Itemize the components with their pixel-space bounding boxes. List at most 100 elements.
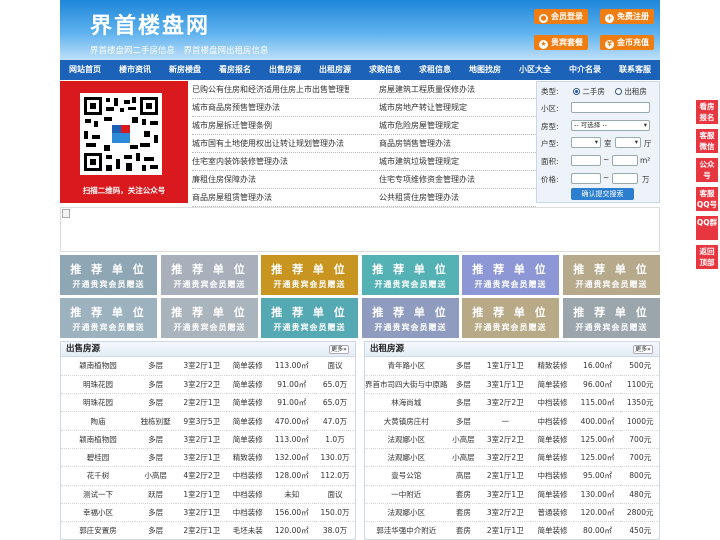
policy-link[interactable]: 城市房地产转让管理规定	[349, 99, 536, 116]
policy-link[interactable]: 商品房屋租赁管理办法	[192, 189, 349, 206]
table-row[interactable]: 法观娜小区 小高层 3室2厅2卫 简单装修 125.00㎡ 700元	[365, 430, 659, 449]
community-input[interactable]	[571, 102, 650, 113]
recommend-tile[interactable]: 推 荐 单 位开通贵宾会员赠送	[362, 255, 459, 295]
recommend-tile[interactable]: 推 荐 单 位开通贵宾会员赠送	[462, 298, 559, 338]
nav-for-rent[interactable]: 出租房源	[310, 60, 360, 80]
table-row[interactable]: 陶庙 独栋别墅 9室3厅5卫 简单装修 470.00㎡ 47.0万	[61, 411, 355, 431]
side-official-account[interactable]: 公众号	[696, 158, 718, 182]
policy-link[interactable]: 廉租住房保障办法	[192, 171, 349, 188]
cell-community[interactable]: 界首市司四大街与中原路	[365, 375, 448, 395]
cell-community[interactable]: 青年路小区	[365, 357, 448, 376]
radio-second-hand[interactable]: 二手房	[573, 86, 605, 97]
recommend-tile[interactable]: 推 荐 单 位开通贵宾会员赠送	[60, 255, 157, 295]
table-row[interactable]: 明珠花园 多层 3室2厅2卫 简单装修 91.00㎡ 65.0万	[61, 375, 355, 395]
table-row[interactable]: 界首市司四大街与中原路 多层 3室1厅1卫 简单装修 96.00㎡ 1100元	[365, 375, 659, 395]
recommend-tile[interactable]: 推 荐 单 位开通贵宾会员赠送	[261, 298, 358, 338]
cell-community[interactable]: 颖南植物园	[61, 357, 135, 376]
side-back-to-top[interactable]: 返回顶部	[696, 245, 718, 269]
policy-link[interactable]: 住宅专项维修资金管理办法	[349, 171, 536, 188]
cell-community[interactable]: 一中附近	[365, 485, 448, 504]
table-row[interactable]: 花千树 小高层 4室2厅2卫 中档装修 128.00㎡ 112.0万	[61, 466, 355, 486]
recommend-tile[interactable]: 推 荐 单 位开通贵宾会员赠送	[462, 255, 559, 295]
cell-community[interactable]: 林海尚城	[365, 393, 448, 413]
policy-link[interactable]: 住宅室内装饰装修管理办法	[192, 153, 349, 170]
cell-community[interactable]: 陶庙	[61, 411, 135, 431]
policy-link[interactable]: 城市国有土地使用权出让转让规划管理办法	[192, 135, 349, 152]
search-submit-button[interactable]: 确认提交搜索	[571, 188, 634, 200]
nav-for-sale[interactable]: 出售房源	[260, 60, 310, 80]
cell-community[interactable]: 幸福小区	[61, 503, 135, 523]
nav-map-search[interactable]: 地图找房	[460, 60, 510, 80]
member-login-button[interactable]: ● 会员登录	[534, 9, 588, 24]
cell-community[interactable]: 明珠花园	[61, 393, 135, 413]
table-row[interactable]: 碧桂园 多层 3室2厅1卫 精致装修 132.00㎡ 130.0万	[61, 448, 355, 468]
recommend-tile[interactable]: 推 荐 单 位开通贵宾会员赠送	[161, 255, 258, 295]
cell-community[interactable]: 大黄镇房庄村	[365, 411, 448, 431]
table-row[interactable]: 明珠花园 多层 2室2厅1卫 简单装修 91.00㎡ 65.0万	[61, 393, 355, 413]
policy-link[interactable]: 城市房屋拆迁管理条例	[192, 117, 349, 134]
side-service-qq[interactable]: 客服QQ号	[696, 187, 718, 211]
table-row[interactable]: 林海尚城 多层 3室2厅2卫 中档装修 115.00㎡ 1350元	[365, 393, 659, 413]
side-viewing-signup[interactable]: 看房报名	[696, 100, 718, 124]
price-min-input[interactable]	[571, 173, 601, 184]
cell-community[interactable]: 碧桂园	[61, 448, 135, 468]
cell-community[interactable]: 颖南植物园	[61, 430, 135, 449]
ad-banner[interactable]	[60, 207, 660, 252]
policy-link[interactable]: 公共租赁住房管理办法	[349, 189, 536, 206]
nav-news[interactable]: 楼市资讯	[110, 60, 160, 80]
policy-link[interactable]: 商品房销售管理办法	[349, 135, 536, 152]
nav-communities[interactable]: 小区大全	[510, 60, 560, 80]
room-select[interactable]: ▾	[571, 137, 601, 148]
policy-link[interactable]: 房屋建筑工程质量保修办法	[349, 81, 536, 98]
table-row[interactable]: 壹号公馆 高层 2室1厅1卫 中档装修 95.00㎡ 800元	[365, 466, 659, 486]
nav-want-rent[interactable]: 求租信息	[410, 60, 460, 80]
recommend-tile[interactable]: 推 荐 单 位开通贵宾会员赠送	[563, 298, 660, 338]
table-row[interactable]: 法观娜小区 套房 3室2厅2卫 普通装修 120.00㎡ 2800元	[365, 503, 659, 523]
cell-community[interactable]: 法观娜小区	[365, 503, 448, 523]
area-max-input[interactable]	[612, 155, 638, 166]
cell-community[interactable]: 壹号公馆	[365, 466, 448, 486]
cell-community[interactable]: 明珠花园	[61, 375, 135, 395]
register-button[interactable]: + 免费注册	[600, 9, 654, 24]
recommend-tile[interactable]: 推 荐 单 位开通贵宾会员赠送	[261, 255, 358, 295]
sale-more-button[interactable]: 更多»	[329, 345, 349, 354]
table-row[interactable]: 郭洼华强中介附近 套房 2室1厅1卫 简单装修 80.00㎡ 450元	[365, 521, 659, 540]
cell-community[interactable]: 法观娜小区	[365, 430, 448, 449]
table-row[interactable]: 郭庄安置房 多层 2室2厅1卫 毛坯未装 120.00㎡ 38.0万	[61, 521, 355, 540]
recharge-button[interactable]: ¥ 金币充值	[600, 35, 654, 50]
recommend-tile[interactable]: 推 荐 单 位开通贵宾会员赠送	[563, 255, 660, 295]
table-row[interactable]: 法观娜小区 小高层 3室2厅2卫 简单装修 125.00㎡ 700元	[365, 448, 659, 468]
cell-community[interactable]: 郭洼华强中介附近	[365, 521, 448, 540]
nav-contact[interactable]: 联系客服	[610, 60, 660, 80]
table-row[interactable]: 一中附近 套房 3室2厅1卫 简单装修 130.00㎡ 480元	[365, 485, 659, 504]
area-min-input[interactable]	[571, 155, 601, 166]
hall-select[interactable]: ▾	[615, 137, 641, 148]
side-qq-group[interactable]: QQ群	[696, 216, 718, 240]
policy-link[interactable]: 城市建筑垃圾管理规定	[349, 153, 536, 170]
side-service-wechat[interactable]: 客服微信	[696, 129, 718, 153]
rent-more-button[interactable]: 更多»	[633, 345, 653, 354]
radio-rental[interactable]: 出租房	[615, 86, 647, 97]
recommend-tile[interactable]: 推 荐 单 位开通贵宾会员赠送	[161, 298, 258, 338]
recommend-tile[interactable]: 推 荐 单 位开通贵宾会员赠送	[60, 298, 157, 338]
vip-package-button[interactable]: ★ 贵宾套餐	[534, 35, 588, 50]
table-row[interactable]: 青年路小区 多层 1室1厅1卫 精致装修 16.00㎡ 500元	[365, 357, 659, 376]
site-logo[interactable]: 界首楼盘网	[90, 8, 210, 40]
table-row[interactable]: 测试一下 跃层 1室2厅1卫 中档装修 未知 面议	[61, 485, 355, 504]
nav-home[interactable]: 网站首页	[60, 60, 110, 80]
table-row[interactable]: 幸福小区 多层 3室2厅1卫 中档装修 156.00㎡ 150.0万	[61, 503, 355, 523]
table-row[interactable]: 颖南植物园 多层 3室2厅1卫 简单装修 113.00㎡ 面议	[61, 357, 355, 376]
policy-link[interactable]: 城市商品房预售管理办法	[192, 99, 349, 116]
table-row[interactable]: 颖南植物园 多层 3室2厅1卫 简单装修 113.00㎡ 1.0万	[61, 430, 355, 449]
nav-want-buy[interactable]: 求购信息	[360, 60, 410, 80]
cell-community[interactable]: 郭庄安置房	[61, 521, 135, 540]
cell-community[interactable]: 法观娜小区	[365, 448, 448, 468]
cell-community[interactable]: 花千树	[61, 466, 135, 486]
policy-link[interactable]: 城市危险房屋管理规定	[349, 117, 536, 134]
recommend-tile[interactable]: 推 荐 单 位开通贵宾会员赠送	[362, 298, 459, 338]
cell-community[interactable]: 测试一下	[61, 485, 135, 504]
policy-link[interactable]: 已购公有住房和经济适用住房上市出售管理暂	[192, 81, 349, 98]
nav-new-homes[interactable]: 新房楼盘	[160, 60, 210, 80]
price-max-input[interactable]	[612, 173, 638, 184]
nav-agencies[interactable]: 中介名录	[560, 60, 610, 80]
